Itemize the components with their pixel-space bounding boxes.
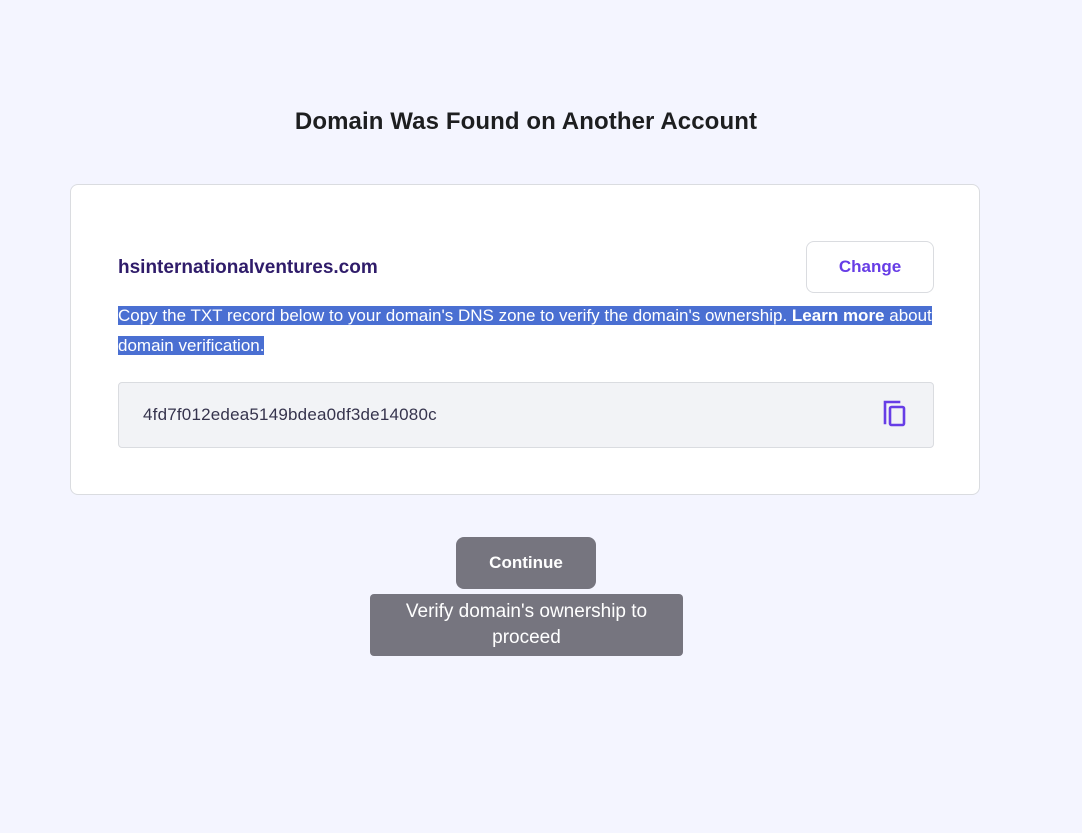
domain-name: hsinternationalventures.com	[118, 257, 378, 278]
domain-verification-card: hsinternationalventures.com Change Copy …	[70, 184, 980, 495]
instructions-text: Copy the TXT record below to your domain…	[118, 306, 792, 325]
page-title: Domain Was Found on Another Account	[294, 108, 758, 135]
copy-button[interactable]	[879, 397, 913, 433]
learn-more-link[interactable]: Learn more	[792, 306, 885, 325]
continue-button[interactable]: Continue	[456, 537, 596, 589]
verification-instructions: Copy the TXT record below to your domain…	[118, 301, 938, 361]
txt-record-field: 4fd7f012edea5149bdea0df3de14080c	[118, 382, 934, 448]
copy-icon	[883, 400, 906, 427]
change-domain-button[interactable]: Change	[806, 241, 934, 293]
txt-record-value: 4fd7f012edea5149bdea0df3de14080c	[143, 405, 437, 424]
continue-tooltip: Verify domain's ownership to proceed	[370, 594, 683, 656]
